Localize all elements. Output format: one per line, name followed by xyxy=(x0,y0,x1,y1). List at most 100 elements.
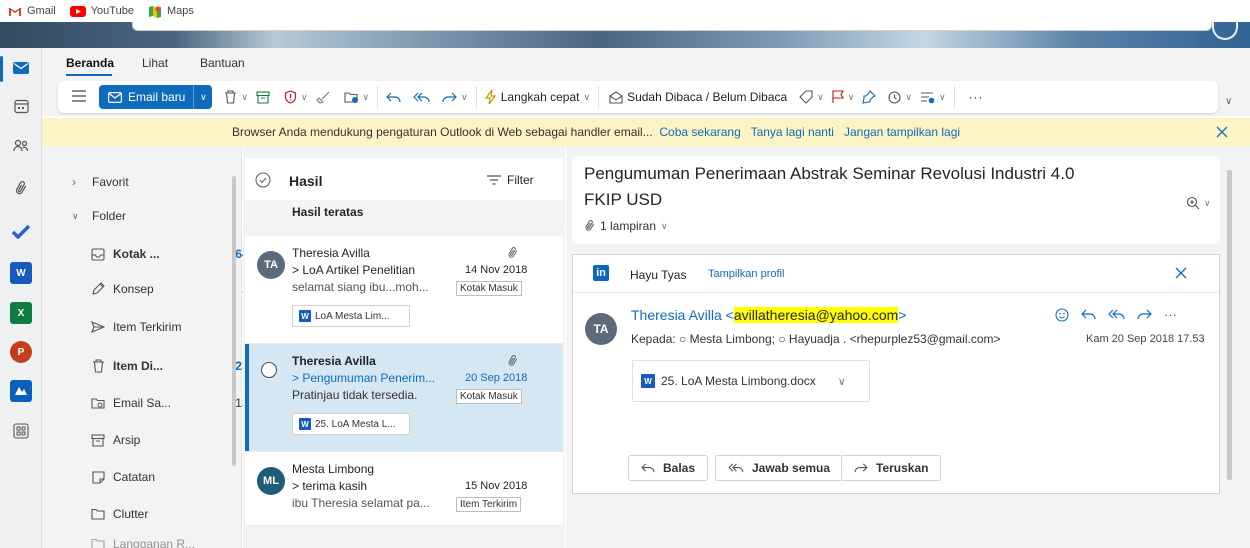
apps-icon[interactable] xyxy=(10,420,32,442)
folder-item-label: Kotak ... xyxy=(113,247,160,261)
hamburger-icon[interactable] xyxy=(72,90,86,102)
bookmark-label: YouTube xyxy=(90,5,134,17)
rules-button[interactable]: ∨ xyxy=(920,91,946,104)
snooze-button[interactable]: ∨ xyxy=(888,90,912,104)
ask-later-link[interactable]: Tanya lagi nanti xyxy=(751,125,834,139)
app-rail: W X P xyxy=(0,48,42,548)
attach-icon[interactable] xyxy=(10,177,32,199)
profile-avatar[interactable] xyxy=(1212,22,1238,40)
attachment-card[interactable]: W 25. LoA Mesta Limbong.docx ∨ xyxy=(632,360,870,402)
folder-pane: ›Favorit ∨Folder Kotak ...6463Konsep287I… xyxy=(42,146,262,548)
report-button[interactable]: ∨ xyxy=(284,90,308,104)
sender-name: Theresia Avilla xyxy=(292,246,370,260)
more-options-button[interactable]: ··· xyxy=(969,90,984,104)
bookmark-label: Gmail xyxy=(27,5,56,17)
bookmark-youtube[interactable]: YouTube xyxy=(69,5,134,17)
message-body: in Hayu Tyas Tampilkan profil TA Theresi… xyxy=(572,254,1220,494)
list-item-selected[interactable]: Theresia Avilla > Pengumuman Penerim... … xyxy=(245,344,563,452)
reading-scrollbar[interactable] xyxy=(1227,170,1232,480)
select-checkbox[interactable] xyxy=(260,361,278,379)
teams-icon[interactable] xyxy=(10,380,32,402)
message-date: 15 Nov 2018 xyxy=(465,480,528,492)
tab-beranda[interactable]: Beranda xyxy=(66,56,114,70)
tab-bantuan[interactable]: Bantuan xyxy=(200,56,245,70)
forward-icon[interactable] xyxy=(1137,309,1152,320)
mail-icon[interactable] xyxy=(10,57,32,79)
list-item[interactable]: ML Mesta Limbong > terima kasih 15 Nov 2… xyxy=(245,452,563,526)
bookmark-label: Maps xyxy=(166,5,194,17)
ribbon-expand-icon[interactable]: ∨ xyxy=(1225,96,1232,107)
flag-button[interactable]: ∨ xyxy=(832,90,854,104)
sweep-button[interactable] xyxy=(315,91,330,104)
linkedin-profile-link[interactable]: Tampilkan profil xyxy=(708,268,784,280)
dont-show-link[interactable]: Jangan tampilkan lagi xyxy=(844,125,960,139)
excel-icon[interactable]: X xyxy=(10,302,32,324)
emoji-icon[interactable] xyxy=(1055,307,1069,322)
new-mail-dropdown-icon[interactable]: ∨ xyxy=(194,92,212,103)
linkedin-name: Hayu Tyas xyxy=(630,268,687,282)
calendar-icon[interactable] xyxy=(10,95,32,117)
forward-button[interactable]: Teruskan xyxy=(841,455,942,481)
reply-all-button[interactable]: Jawab semua xyxy=(715,455,844,481)
message-list: Hasil Filter Hasil teratas TA Theresia A… xyxy=(243,146,565,548)
subject-title-line2: FKIP USD xyxy=(584,190,663,209)
reply-icon[interactable] xyxy=(1081,309,1096,320)
rules-icon xyxy=(920,91,935,104)
filter-button[interactable]: Filter xyxy=(487,173,534,187)
categorize-button[interactable]: ∨ xyxy=(799,90,824,104)
reply-button[interactable] xyxy=(386,92,401,103)
message-date: 14 Nov 2018 xyxy=(465,264,528,276)
move-to-button[interactable]: ∨ xyxy=(343,91,369,104)
bookmark-gmail[interactable]: Gmail xyxy=(8,5,56,17)
pin-icon xyxy=(862,90,877,104)
drafts-icon xyxy=(90,281,106,297)
zoom-button[interactable]: ∨ xyxy=(1186,196,1211,210)
delete-button[interactable]: ∨ xyxy=(224,90,248,104)
chevron-down-icon: ∨ xyxy=(1204,197,1211,208)
new-mail-label: Email baru xyxy=(128,90,186,104)
reply-button[interactable]: Balas xyxy=(628,455,709,481)
quick-steps-button[interactable]: Langkah cepat ∨ xyxy=(484,89,590,105)
sender-name: Theresia Avilla xyxy=(292,354,376,368)
forward-button[interactable]: ∨ xyxy=(442,92,468,103)
search-box[interactable] xyxy=(132,22,1212,31)
folder-scrollbar[interactable] xyxy=(232,176,236,466)
sender-line[interactable]: Theresia Avilla <avillatheresia@yahoo.co… xyxy=(631,307,906,323)
archive-icon xyxy=(90,432,106,448)
archive-button[interactable] xyxy=(256,90,270,104)
bookmark-maps[interactable]: Maps xyxy=(148,5,194,18)
attachment-chip[interactable]: W LoA Mesta Lim... xyxy=(292,305,410,327)
reply-all-icon xyxy=(728,463,744,473)
attachment-chip-label: LoA Mesta Lim... xyxy=(315,310,390,322)
reply-all-icon[interactable] xyxy=(1108,309,1125,320)
new-mail-button[interactable]: Email baru ∨ xyxy=(99,85,213,109)
close-icon[interactable] xyxy=(1175,267,1187,279)
chevron-down-icon[interactable]: ∨ xyxy=(838,375,846,388)
list-item[interactable]: TA Theresia Avilla > LoA Artikel Penelit… xyxy=(245,236,563,344)
try-now-link[interactable]: Coba sekarang xyxy=(659,125,740,139)
toolbar-divider xyxy=(475,86,477,108)
close-icon[interactable] xyxy=(1216,126,1228,138)
results-title: Hasil xyxy=(289,173,323,189)
tab-lihat[interactable]: Lihat xyxy=(142,56,168,70)
message-preview: Pratinjau tidak tersedia. xyxy=(292,388,418,402)
powerpoint-icon[interactable]: P xyxy=(10,341,32,363)
header-banner xyxy=(0,22,1250,48)
attachments-summary[interactable]: 1 lampiran ∨ xyxy=(584,219,668,233)
word-icon[interactable]: W xyxy=(10,262,32,284)
pin-button[interactable] xyxy=(862,90,877,104)
todo-icon[interactable] xyxy=(10,221,32,243)
more-icon[interactable]: ··· xyxy=(1164,307,1177,322)
select-all-checkbox[interactable] xyxy=(255,172,271,188)
forward-icon xyxy=(442,92,457,103)
open-envelope-icon xyxy=(609,90,623,104)
read-unread-button[interactable]: Sudah Dibaca / Belum Dibaca xyxy=(609,90,787,104)
filter-icon xyxy=(487,175,501,185)
zoom-icon xyxy=(1186,196,1200,210)
reply-all-button[interactable] xyxy=(413,92,430,103)
people-icon[interactable] xyxy=(10,135,32,157)
chevron-down-icon: ∨ xyxy=(72,210,79,221)
reply-label: Balas xyxy=(663,461,696,475)
reply-icon xyxy=(386,92,401,103)
attachment-chip[interactable]: W 25. LoA Mesta L... xyxy=(292,413,410,435)
